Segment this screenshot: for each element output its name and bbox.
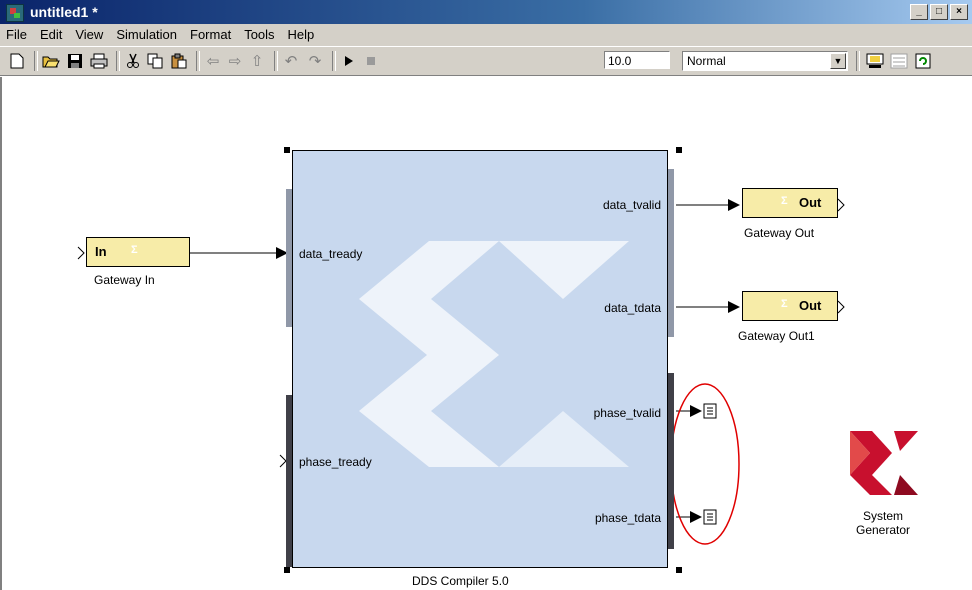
output-bus-bar (668, 373, 674, 549)
system-generator-icon[interactable] (848, 429, 920, 497)
stop-icon[interactable] (362, 52, 380, 70)
back-icon[interactable]: ⇦ (204, 52, 222, 70)
xilinx-sigma-icon: Σ (131, 244, 138, 256)
port-phase-tvalid: phase_tvalid (593, 406, 661, 420)
menu-edit[interactable]: Edit (34, 24, 69, 46)
new-icon[interactable] (8, 52, 26, 70)
menu-view[interactable]: View (69, 24, 110, 46)
selection-handle[interactable] (676, 567, 682, 573)
stop-time-input[interactable]: 10.0 (604, 51, 670, 69)
gateway-out-label: Gateway Out (744, 226, 815, 240)
simulation-mode-value: Normal (687, 54, 726, 68)
up-icon[interactable]: ⇧ (248, 52, 266, 70)
gateway-out-block[interactable]: Σ Out (742, 188, 838, 218)
print-icon[interactable] (90, 52, 108, 70)
gateway-in-text: In (95, 244, 107, 259)
gateway-out1-text: Out (799, 298, 822, 313)
simulink-app-icon[interactable] (6, 4, 24, 22)
selection-handle[interactable] (284, 567, 290, 573)
close-button[interactable]: × (950, 4, 968, 20)
open-icon[interactable] (42, 52, 60, 70)
model-canvas[interactable]: In Σ Gateway In Σ Out Gateway Out Σ Out … (0, 77, 972, 590)
maximize-button[interactable]: □ (930, 4, 948, 20)
input-bus-bar (286, 395, 292, 567)
play-icon[interactable] (340, 52, 358, 70)
port-phase-tdata: phase_tdata (594, 511, 661, 525)
system-generator-label: System Generator (838, 509, 928, 537)
simulation-mode-select[interactable]: Normal ▼ (682, 51, 848, 71)
output-bus-bar (668, 169, 674, 337)
xilinx-sigma-icon: Σ (781, 195, 788, 207)
system-generator-line1: System (862, 509, 903, 523)
forward-icon[interactable]: ⇨ (226, 52, 244, 70)
menu-tools[interactable]: Tools (238, 24, 281, 46)
selection-handle[interactable] (284, 147, 290, 153)
menu-simulation[interactable]: Simulation (110, 24, 184, 46)
dds-compiler-block[interactable]: data_tready phase_tready data_tvalid dat… (286, 150, 674, 568)
menu-file[interactable]: File (0, 24, 34, 46)
port-data-tdata: data_tdata (604, 301, 661, 315)
gateway-in-block[interactable]: In Σ (86, 237, 190, 267)
port-data-tvalid: data_tvalid (602, 198, 661, 212)
paste-icon[interactable] (170, 52, 188, 70)
redo-icon[interactable]: ↷ (306, 52, 324, 70)
minimize-button[interactable]: _ (910, 4, 928, 20)
title-bar: untitled1 * _ □ × (0, 0, 972, 24)
port-phase-tready: phase_tready (299, 455, 372, 469)
gateway-out1-block[interactable]: Σ Out (742, 291, 838, 321)
gateway-out1-label: Gateway Out1 (738, 329, 815, 343)
gateway-out-text: Out (799, 195, 822, 210)
port-data-tready: data_tready (299, 247, 363, 261)
undo-icon[interactable]: ↶ (282, 52, 300, 70)
refresh-icon[interactable] (914, 52, 932, 70)
input-bus-bar (286, 189, 292, 327)
xilinx-sigma-icon: Σ (781, 298, 788, 310)
xilinx-logo-watermark (359, 241, 629, 467)
library-icon[interactable] (890, 52, 908, 70)
toolbar: ⇦ ⇨ ⇧ ↶ ↷ 10.0 Normal ▼ (0, 46, 972, 76)
menu-help[interactable]: Help (282, 24, 322, 46)
gateway-in-label: Gateway In (94, 273, 155, 287)
cut-icon[interactable] (124, 52, 142, 70)
copy-icon[interactable] (146, 52, 164, 70)
build-icon[interactable] (866, 52, 884, 70)
menu-format[interactable]: Format (184, 24, 238, 46)
system-generator-line2: Generator (855, 523, 911, 537)
window-title: untitled1 * (30, 4, 98, 20)
dds-compiler-label: DDS Compiler 5.0 (412, 574, 509, 588)
chevron-down-icon[interactable]: ▼ (830, 53, 846, 69)
selection-handle[interactable] (676, 147, 682, 153)
save-icon[interactable] (66, 52, 84, 70)
menu-bar: File Edit View Simulation Format Tools H… (0, 24, 972, 46)
